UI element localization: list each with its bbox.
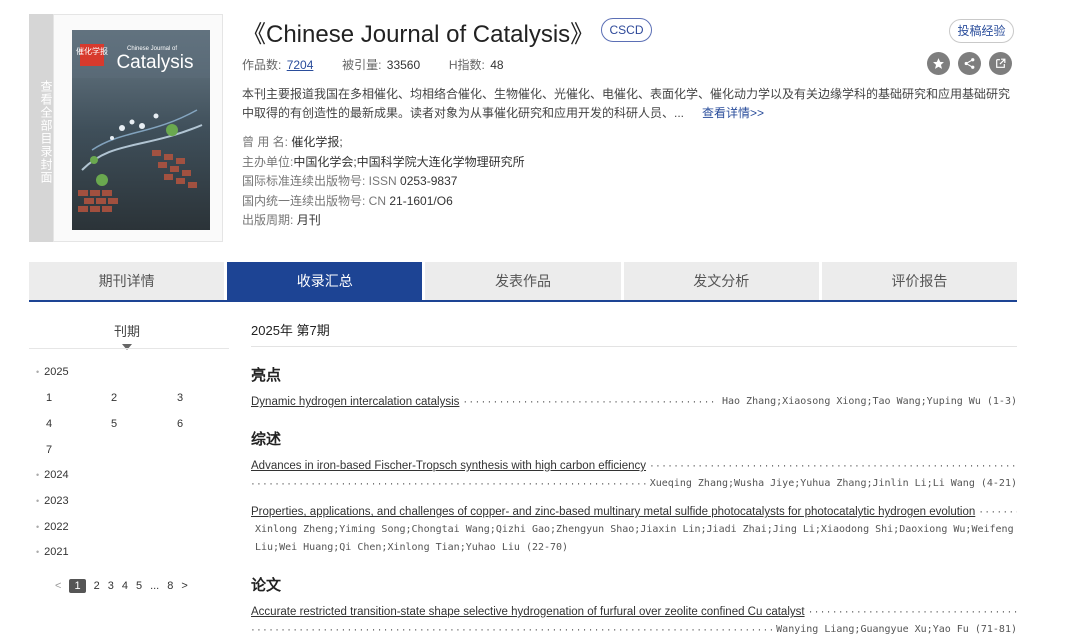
page-2[interactable]: 2	[94, 580, 100, 592]
article-row: Dynamic hydrogen intercalation catalysis…	[251, 393, 1017, 411]
year-pagination: < 1 2 3 4 5 ... 8 >	[55, 579, 196, 593]
cover-cn-title: 催化学报	[76, 46, 108, 56]
issue-heading: 刊期	[114, 324, 141, 339]
favorite-star-icon[interactable]	[927, 52, 950, 75]
journal-meta: 曾 用 名: 催化学报; 主办单位:中国化学会;中国科学院大连化学物理研究所 国…	[242, 133, 525, 231]
issue-link[interactable]: 6	[177, 418, 183, 430]
submission-experience-button[interactable]: 投稿经验	[949, 19, 1014, 43]
tab-journal-details[interactable]: 期刊详情	[29, 262, 225, 300]
article-row: Properties, applications, and challenges…	[251, 503, 1017, 521]
dot-leader: ········································…	[251, 478, 646, 490]
current-issue-title: 2025年 第7期	[251, 323, 330, 338]
view-all-covers-tab[interactable]: 查看全部目录封面	[29, 14, 53, 242]
meta-sponsor: 主办单位:中国化学会;中国科学院大连化学物理研究所	[242, 154, 525, 169]
journal-cover-image[interactable]: 催化学报 Chinese Journal of Catalysis	[72, 30, 210, 230]
page-3[interactable]: 3	[108, 580, 114, 592]
article-authors: Hao Zhang;Xiaosong Xiong;Tao Wang;Yuping…	[721, 396, 1017, 407]
tab-indexing-summary[interactable]: 收录汇总	[227, 262, 423, 300]
tab-evaluation-report[interactable]: 评价报告	[821, 262, 1018, 300]
year-2023[interactable]: • 2023	[36, 495, 69, 507]
tab-publication-analysis[interactable]: 发文分析	[623, 262, 819, 300]
external-link-icon[interactable]	[989, 52, 1012, 75]
article-authors: Xueqing Zhang;Wusha Jiye;Yuhua Zhang;Jin…	[649, 478, 1017, 489]
issue-link[interactable]: 7	[46, 444, 52, 456]
section-heading: 综述	[251, 431, 282, 448]
journal-description: 本刊主要报道我国在多相催化、均相络合催化、生物催化、光催化、电催化、表面化学、催…	[242, 87, 1011, 120]
meta-frequency: 出版周期: 月刊	[242, 213, 321, 227]
divider	[251, 346, 1017, 347]
divider	[29, 348, 229, 349]
cited-count: 33560	[386, 58, 421, 72]
dot-leader: ··························	[979, 506, 1017, 518]
year-2024[interactable]: • 2024	[36, 469, 69, 481]
article-row-cont: ········································…	[251, 621, 1017, 639]
page-5[interactable]: 5	[136, 580, 142, 592]
dot-leader: ········································…	[650, 460, 1017, 472]
dot-leader: ········································…	[463, 396, 718, 408]
article-authors: Wanying Liang;Guangyue Xu;Yao Fu (71-81)	[776, 624, 1017, 635]
dot-leader: ········································…	[251, 624, 773, 636]
year-2025[interactable]: • 2025	[36, 366, 69, 378]
h-index: 48	[490, 58, 504, 72]
next-page-button[interactable]: >	[181, 580, 187, 592]
issue-link[interactable]: 4	[46, 418, 52, 430]
article-title-link[interactable]: Properties, applications, and challenges…	[251, 503, 975, 521]
journal-stats: 作品数: 7204 被引量: 33560 H指数: 48	[242, 58, 504, 72]
page-1[interactable]: 1	[69, 579, 86, 593]
chevron-down-icon	[122, 344, 132, 350]
meta-issn: 国际标准连续出版物号: ISSN 0253-9837	[242, 174, 458, 188]
year-2022[interactable]: • 2022	[36, 521, 69, 533]
cscd-badge: CSCD	[601, 18, 652, 42]
article-row: Advances in iron-based Fischer-Tropsch s…	[251, 457, 1017, 475]
article-row-cont: ········································…	[251, 475, 1017, 493]
article-authors: Xinlong Zheng;Yiming Song;Chongtai Wang;…	[255, 524, 1014, 553]
section-heading: 亮点	[251, 367, 282, 384]
meta-cn: 国内统一连续出版物号: CN 21-1601/O6	[242, 193, 453, 208]
view-details-link[interactable]: 查看详情>>	[702, 106, 764, 120]
issue-link[interactable]: 5	[111, 418, 117, 430]
tab-published-works[interactable]: 发表作品	[425, 262, 621, 300]
issue-link[interactable]: 2	[111, 392, 117, 404]
article-title-link[interactable]: Advances in iron-based Fischer-Tropsch s…	[251, 457, 646, 475]
article-row: Accurate restricted transition-state sha…	[251, 603, 1017, 621]
page-ellipsis: ...	[150, 580, 160, 592]
article-title-link[interactable]: Accurate restricted transition-state sha…	[251, 603, 805, 621]
svg-text:Catalysis: Catalysis	[116, 52, 193, 73]
meta-former-name: 曾 用 名: 催化学报;	[242, 135, 343, 149]
share-icon[interactable]	[958, 52, 981, 75]
article-title-link[interactable]: Dynamic hydrogen intercalation catalysis	[251, 393, 459, 411]
page-4[interactable]: 4	[122, 580, 128, 592]
tab-bar: 期刊详情 收录汇总 发表作品 发文分析 评价报告	[29, 262, 1018, 300]
section-heading: 论文	[251, 577, 282, 594]
prev-page-button[interactable]: <	[55, 580, 61, 592]
issue-link[interactable]: 1	[46, 392, 52, 404]
year-2021[interactable]: • 2021	[36, 546, 69, 558]
issue-link[interactable]: 3	[177, 392, 183, 404]
tab-underline	[29, 300, 1017, 302]
journal-title: 《Chinese Journal of Catalysis》	[242, 21, 595, 48]
dot-leader: ········································…	[808, 606, 1017, 618]
works-count-link[interactable]: 7204	[287, 58, 314, 72]
page-8[interactable]: 8	[167, 580, 173, 592]
